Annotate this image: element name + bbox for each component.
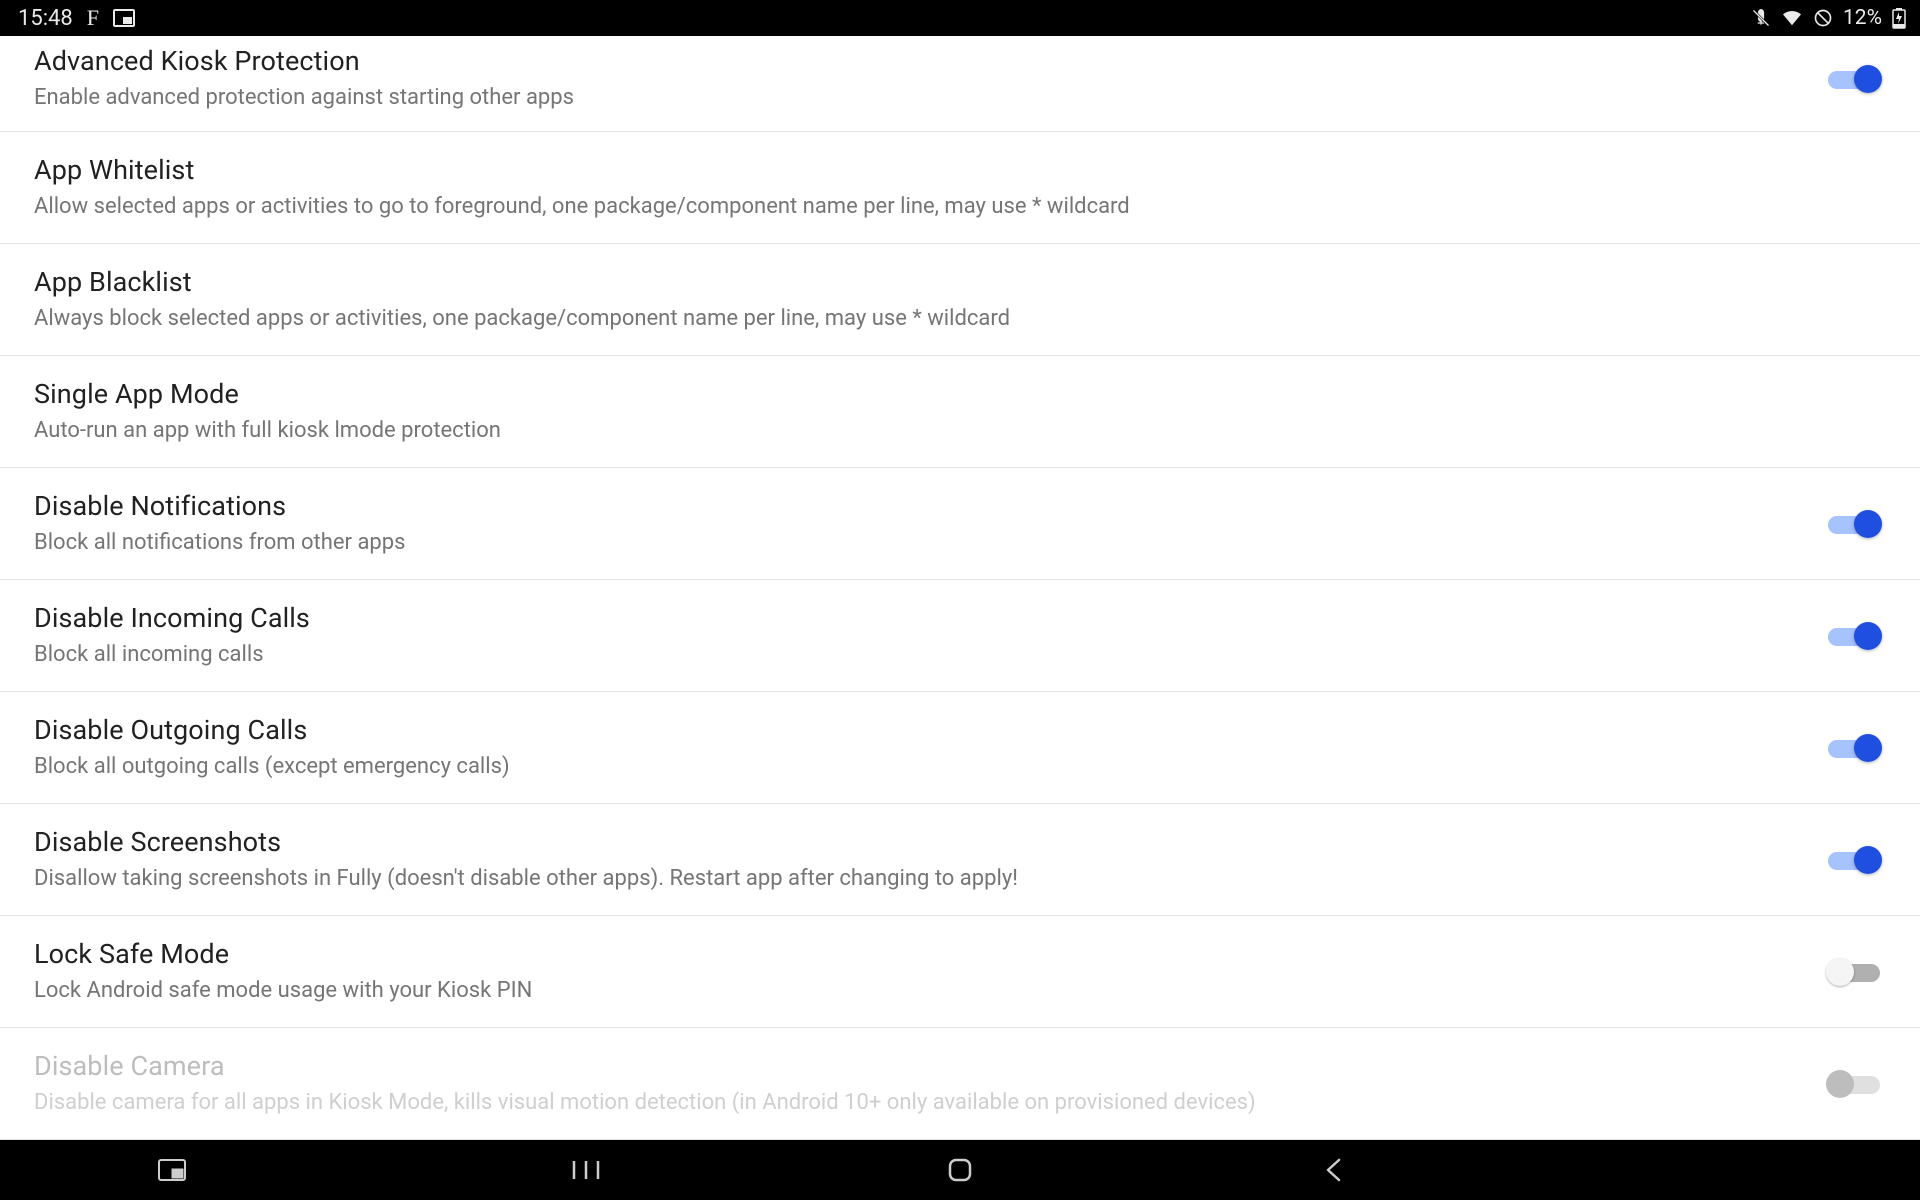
- setting-text: Disable CameraDisable camera for all app…: [34, 1048, 1798, 1119]
- do-not-disturb-icon: [1813, 8, 1833, 28]
- setting-row-disable-notifications[interactable]: Disable NotificationsBlock all notificat…: [0, 468, 1920, 580]
- setting-row-app-blacklist[interactable]: App BlacklistAlways block selected apps …: [0, 244, 1920, 356]
- status-bar-left: 15:48 F: [18, 5, 135, 31]
- setting-text: Disable ScreenshotsDisallow taking scree…: [34, 824, 1798, 895]
- nav-back-button[interactable]: [1312, 1148, 1356, 1192]
- navigation-bar: [0, 1140, 1920, 1200]
- setting-subtitle: Enable advanced protection against start…: [34, 83, 1798, 114]
- setting-switch-wrap: [1798, 845, 1886, 875]
- switch-lock-safe-mode[interactable]: [1828, 957, 1880, 987]
- switch-disable-camera: [1828, 1069, 1880, 1099]
- setting-row-advanced-kiosk-protection[interactable]: Advanced Kiosk ProtectionEnable advanced…: [0, 36, 1920, 132]
- setting-switch-wrap: [1798, 733, 1886, 763]
- status-clock: 15:48: [18, 6, 73, 31]
- picture-in-picture-icon: [113, 9, 135, 27]
- status-bar: 15:48 F 12%: [0, 0, 1920, 36]
- switch-disable-notifications[interactable]: [1828, 509, 1880, 539]
- nav-pip-button[interactable]: [150, 1148, 194, 1192]
- setting-title: Lock Safe Mode: [34, 936, 1798, 974]
- setting-row-single-app-mode[interactable]: Single App ModeAuto-run an app with full…: [0, 356, 1920, 468]
- setting-title: Disable Notifications: [34, 488, 1798, 526]
- setting-subtitle: Block all outgoing calls (except emergen…: [34, 752, 1798, 783]
- switch-disable-incoming-calls[interactable]: [1828, 621, 1880, 651]
- setting-row-app-whitelist[interactable]: App WhitelistAllow selected apps or acti…: [0, 132, 1920, 244]
- setting-text: Disable Incoming CallsBlock all incoming…: [34, 600, 1798, 671]
- setting-title: App Whitelist: [34, 152, 1886, 190]
- setting-row-disable-incoming-calls[interactable]: Disable Incoming CallsBlock all incoming…: [0, 580, 1920, 692]
- setting-subtitle: Allow selected apps or activities to go …: [34, 192, 1886, 223]
- setting-row-lock-safe-mode[interactable]: Lock Safe ModeLock Android safe mode usa…: [0, 916, 1920, 1028]
- switch-disable-outgoing-calls[interactable]: [1828, 733, 1880, 763]
- setting-text: Lock Safe ModeLock Android safe mode usa…: [34, 936, 1798, 1007]
- setting-subtitle: Auto-run an app with full kiosk lmode pr…: [34, 416, 1886, 447]
- setting-text: Single App ModeAuto-run an app with full…: [34, 376, 1886, 447]
- setting-text: App WhitelistAllow selected apps or acti…: [34, 152, 1886, 223]
- switch-disable-screenshots[interactable]: [1828, 845, 1880, 875]
- setting-text: Disable Outgoing CallsBlock all outgoing…: [34, 712, 1798, 783]
- setting-row-disable-camera: Disable CameraDisable camera for all app…: [0, 1028, 1920, 1140]
- status-battery-text: 12%: [1843, 6, 1882, 30]
- setting-title: Advanced Kiosk Protection: [34, 43, 1798, 81]
- battery-charging-icon: [1892, 7, 1906, 29]
- setting-title: Disable Camera: [34, 1048, 1798, 1086]
- setting-switch-wrap: [1798, 1069, 1886, 1099]
- setting-title: Disable Incoming Calls: [34, 600, 1798, 638]
- setting-subtitle: Disable camera for all apps in Kiosk Mod…: [34, 1088, 1798, 1119]
- setting-switch-wrap: [1798, 957, 1886, 987]
- setting-subtitle: Always block selected apps or activities…: [34, 304, 1886, 335]
- wifi-icon: [1781, 9, 1803, 27]
- setting-subtitle: Disallow taking screenshots in Fully (do…: [34, 864, 1798, 895]
- setting-text: Disable NotificationsBlock all notificat…: [34, 488, 1798, 559]
- status-app-letter: F: [87, 5, 99, 31]
- status-bar-right: 12%: [1751, 6, 1906, 30]
- setting-text: App BlacklistAlways block selected apps …: [34, 264, 1886, 335]
- mute-icon: [1751, 8, 1771, 28]
- setting-title: Disable Screenshots: [34, 824, 1798, 862]
- setting-row-disable-screenshots[interactable]: Disable ScreenshotsDisallow taking scree…: [0, 804, 1920, 916]
- setting-subtitle: Block all incoming calls: [34, 640, 1798, 671]
- setting-switch-wrap: [1798, 621, 1886, 651]
- setting-title: App Blacklist: [34, 264, 1886, 302]
- setting-title: Disable Outgoing Calls: [34, 712, 1798, 750]
- setting-row-disable-outgoing-calls[interactable]: Disable Outgoing CallsBlock all outgoing…: [0, 692, 1920, 804]
- setting-title: Single App Mode: [34, 376, 1886, 414]
- nav-recents-button[interactable]: [564, 1148, 608, 1192]
- nav-home-button[interactable]: [938, 1148, 982, 1192]
- switch-advanced-kiosk-protection[interactable]: [1828, 64, 1880, 94]
- setting-subtitle: Lock Android safe mode usage with your K…: [34, 976, 1798, 1007]
- setting-subtitle: Block all notifications from other apps: [34, 528, 1798, 559]
- setting-switch-wrap: [1798, 509, 1886, 539]
- setting-switch-wrap: [1798, 64, 1886, 94]
- settings-list[interactable]: Advanced Kiosk ProtectionEnable advanced…: [0, 36, 1920, 1140]
- setting-text: Advanced Kiosk ProtectionEnable advanced…: [34, 43, 1798, 114]
